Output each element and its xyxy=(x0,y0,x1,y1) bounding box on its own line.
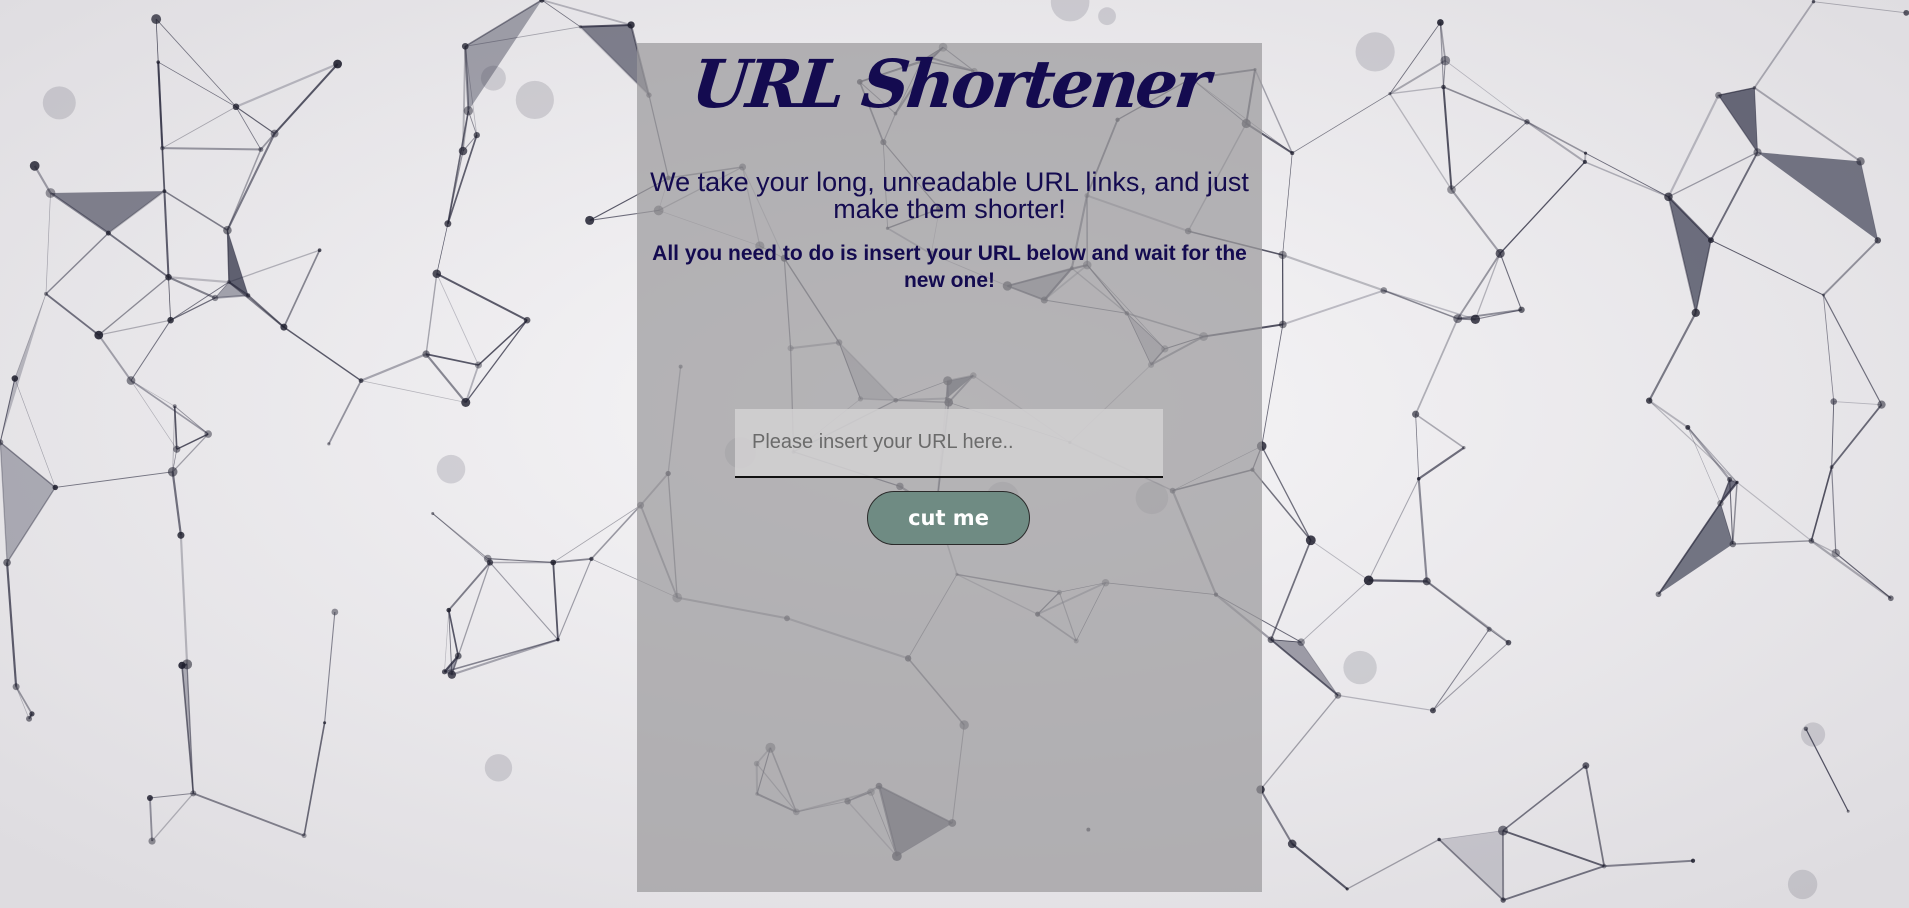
cut-me-button[interactable]: cut me xyxy=(867,491,1030,545)
url-input[interactable] xyxy=(735,409,1163,478)
instructions-text: All you need to do is insert your URL be… xyxy=(652,242,1247,292)
main-panel: URL Shortener We take your long, unreada… xyxy=(637,43,1262,892)
page-title: URL Shortener xyxy=(688,45,1211,123)
headline-text: We take your long, unreadable URL links,… xyxy=(650,167,1249,224)
